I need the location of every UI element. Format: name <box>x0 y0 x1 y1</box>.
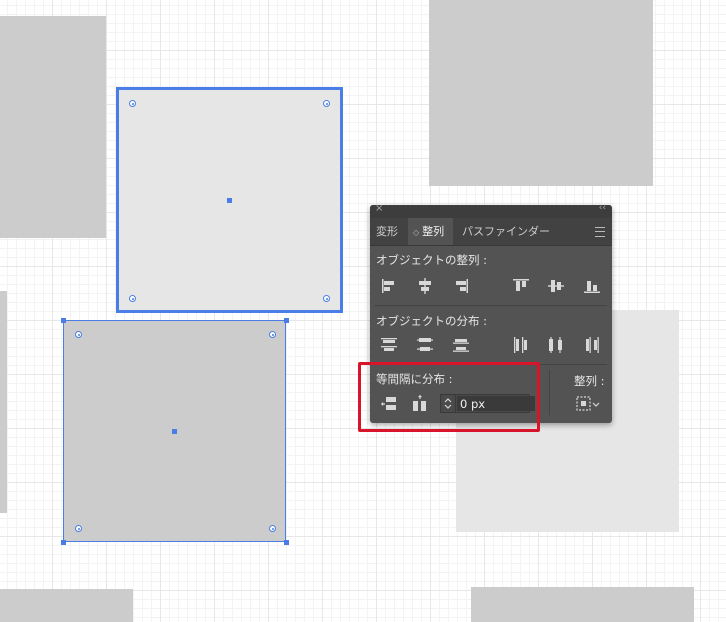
tab-sort-icon: ◇ <box>413 228 420 237</box>
canvas-rect-bottom-right[interactable] <box>471 587 694 622</box>
align-bottom-icon[interactable] <box>583 277 601 295</box>
align-to-label: 整列 : <box>574 374 605 388</box>
tab-pathfinder-label: パスファインダー <box>462 225 550 238</box>
collapse-icon[interactable]: ‹‹ <box>599 205 606 213</box>
anchor-point[interactable] <box>129 295 136 302</box>
tab-transform[interactable]: 変形 <box>376 218 406 245</box>
distribute-horizontal-center-icon[interactable] <box>547 336 565 354</box>
distribute-right-icon[interactable] <box>583 336 601 354</box>
selection-handle[interactable] <box>284 318 289 323</box>
panel-titlebar[interactable]: × ‹‹ <box>370 205 612 218</box>
align-vertical-center-icon[interactable] <box>547 277 565 295</box>
distribute-bottom-icon[interactable] <box>452 336 470 354</box>
canvas-rect-bottom-left[interactable] <box>0 589 133 622</box>
center-point[interactable] <box>227 198 232 203</box>
selection-handle[interactable] <box>284 540 289 545</box>
align-horizontal-center-icon[interactable] <box>416 277 434 295</box>
align-right-icon[interactable] <box>452 277 470 295</box>
distribute-objects-label: オブジェクトの分布 : <box>376 314 488 328</box>
highlight-box <box>358 362 540 432</box>
canvas-rect-left-edge[interactable] <box>0 291 7 513</box>
anchor-point[interactable] <box>75 331 82 338</box>
align-to-key-object-icon[interactable] <box>575 395 601 413</box>
vertical-separator <box>549 370 550 415</box>
anchor-point[interactable] <box>129 100 136 107</box>
tab-transform-label: 変形 <box>376 225 398 238</box>
distribute-left-icon[interactable] <box>512 336 530 354</box>
anchor-point[interactable] <box>269 331 276 338</box>
anchor-point[interactable] <box>75 525 82 532</box>
selection-handle[interactable] <box>61 540 66 545</box>
canvas-rect-top-right[interactable] <box>429 0 653 186</box>
section-divider <box>375 305 607 306</box>
align-objects-label: オブジェクトの整列 : <box>376 253 488 267</box>
canvas-rect-left-top[interactable] <box>0 16 106 238</box>
tab-pathfinder[interactable]: パスファインダー <box>462 218 562 245</box>
align-top-icon[interactable] <box>512 277 530 295</box>
close-icon[interactable]: × <box>375 205 383 214</box>
tab-align[interactable]: ◇ 整列 <box>408 218 453 245</box>
anchor-point[interactable] <box>269 525 276 532</box>
distribute-vertical-center-icon[interactable] <box>416 336 434 354</box>
panel-menu-icon[interactable] <box>595 227 605 237</box>
panel-tabs: 変形 ◇ 整列 パスファインダー <box>370 218 612 246</box>
anchor-point[interactable] <box>323 295 330 302</box>
distribute-top-icon[interactable] <box>380 336 398 354</box>
tab-align-label: 整列 <box>422 225 445 238</box>
selection-handle[interactable] <box>61 318 66 323</box>
align-left-icon[interactable] <box>380 277 398 295</box>
anchor-point[interactable] <box>323 100 330 107</box>
center-point[interactable] <box>172 429 177 434</box>
